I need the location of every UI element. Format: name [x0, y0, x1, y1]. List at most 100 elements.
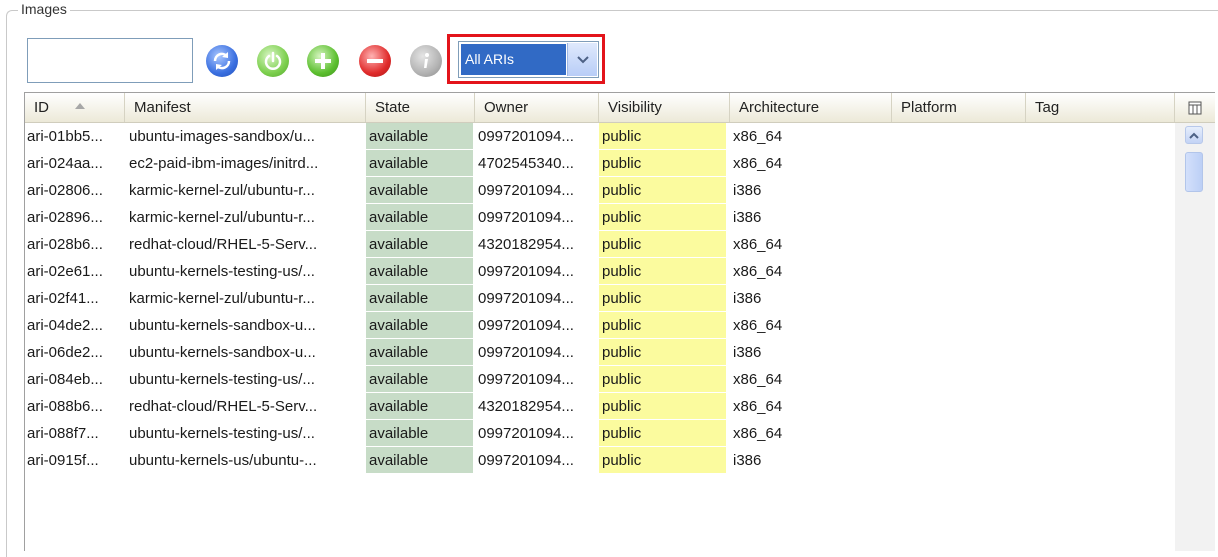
- table-row[interactable]: ari-088b6... redhat-cloud/RHEL-5-Serv... a…: [25, 393, 1174, 420]
- cell-owner: 4320182954...: [478, 236, 574, 253]
- cell-visibility: public: [599, 204, 726, 231]
- table-row[interactable]: ari-084eb... ubuntu-kernels-testing-us/..…: [25, 366, 1174, 393]
- sort-ascending-icon: [75, 103, 85, 109]
- cell-manifest: redhat-cloud/RHEL-5-Serv...: [129, 236, 318, 253]
- cell-architecture: i386: [733, 344, 762, 361]
- column-header-tag[interactable]: Tag: [1026, 93, 1175, 122]
- table-row[interactable]: ari-02896... karmic-kernel-zul/ubuntu-r..…: [25, 204, 1174, 231]
- cell-id: ari-088f7...: [27, 425, 99, 442]
- table-row[interactable]: ari-02f41... karmic-kernel-zul/ubuntu-r..…: [25, 285, 1174, 312]
- remove-button[interactable]: [359, 45, 391, 77]
- refresh-button[interactable]: [206, 45, 238, 77]
- cell-owner: 0997201094...: [478, 317, 574, 334]
- cell-visibility: public: [599, 150, 726, 177]
- cell-owner: 0997201094...: [478, 344, 574, 361]
- cell-visibility: public: [599, 123, 726, 150]
- cell-visibility: public: [599, 447, 726, 474]
- cell-architecture: x86_64: [733, 317, 783, 334]
- cell-architecture: i386: [733, 209, 762, 226]
- cell-visibility: public: [599, 339, 726, 366]
- cell-manifest: ubuntu-kernels-testing-us/...: [129, 263, 315, 280]
- cell-id: ari-02896...: [27, 209, 103, 226]
- cell-state: available: [366, 177, 473, 204]
- cell-visibility: public: [599, 231, 726, 258]
- scroll-thumb[interactable]: [1185, 152, 1203, 192]
- cell-owner: 0997201094...: [478, 290, 574, 307]
- column-chooser-icon[interactable]: [1175, 93, 1215, 122]
- column-header-owner[interactable]: Owner: [475, 93, 599, 122]
- cell-id: ari-02f41...: [27, 290, 99, 307]
- cell-visibility: public: [599, 177, 726, 204]
- cell-visibility: public: [599, 366, 726, 393]
- cell-state: available: [366, 123, 473, 150]
- cell-manifest: ubuntu-kernels-testing-us/...: [129, 425, 315, 442]
- cell-state: available: [366, 420, 473, 447]
- cell-state: available: [366, 339, 473, 366]
- chevron-down-icon[interactable]: [567, 43, 597, 76]
- cell-manifest: ubuntu-images-sandbox/u...: [129, 128, 315, 145]
- cell-id: ari-02806...: [27, 182, 103, 199]
- table-header: ID Manifest State Owner Visibility Archi…: [25, 93, 1215, 123]
- table-row[interactable]: ari-02806... karmic-kernel-zul/ubuntu-r..…: [25, 177, 1174, 204]
- cell-architecture: x86_64: [733, 425, 783, 442]
- search-input[interactable]: [27, 38, 193, 83]
- cell-state: available: [366, 312, 473, 339]
- vertical-scrollbar[interactable]: [1175, 123, 1215, 551]
- cell-id: ari-04de2...: [27, 317, 103, 334]
- table-row[interactable]: ari-088f7... ubuntu-kernels-testing-us/..…: [25, 420, 1174, 447]
- cell-manifest: redhat-cloud/RHEL-5-Serv...: [129, 398, 318, 415]
- cell-owner: 4320182954...: [478, 398, 574, 415]
- column-header-visibility[interactable]: Visibility: [599, 93, 730, 122]
- table-row[interactable]: ari-028b6... redhat-cloud/RHEL-5-Serv... a…: [25, 231, 1174, 258]
- table-row[interactable]: ari-0915f... ubuntu-kernels-us/ubuntu-...…: [25, 447, 1174, 474]
- cell-state: available: [366, 393, 473, 420]
- table-row[interactable]: ari-06de2... ubuntu-kernels-sandbox-u... a…: [25, 339, 1174, 366]
- info-icon: [424, 53, 429, 68]
- power-icon: [264, 51, 282, 70]
- cell-id: ari-084eb...: [27, 371, 103, 388]
- column-header-state[interactable]: State: [366, 93, 475, 122]
- cell-state: available: [366, 231, 473, 258]
- cell-manifest: karmic-kernel-zul/ubuntu-r...: [129, 182, 315, 199]
- plus-icon: [315, 53, 331, 69]
- table-row[interactable]: ari-024aa... ec2-paid-ibm-images/initrd..…: [25, 150, 1174, 177]
- cell-id: ari-028b6...: [27, 236, 103, 253]
- cell-manifest: ec2-paid-ibm-images/initrd...: [129, 155, 319, 172]
- cell-visibility: public: [599, 420, 726, 447]
- cell-manifest: ubuntu-kernels-sandbox-u...: [129, 317, 316, 334]
- column-header-platform[interactable]: Platform: [892, 93, 1026, 122]
- cell-id: ari-02e61...: [27, 263, 103, 280]
- cell-visibility: public: [599, 285, 726, 312]
- cell-architecture: x86_64: [733, 398, 783, 415]
- cell-architecture: x86_64: [733, 236, 783, 253]
- column-header-architecture[interactable]: Architecture: [730, 93, 892, 122]
- cell-state: available: [366, 258, 473, 285]
- table-row[interactable]: ari-02e61... ubuntu-kernels-testing-us/..…: [25, 258, 1174, 285]
- cell-state: available: [366, 150, 473, 177]
- table-row[interactable]: ari-01bb5... ubuntu-images-sandbox/u... av…: [25, 123, 1174, 150]
- cell-owner: 0997201094...: [478, 182, 574, 199]
- table-row[interactable]: ari-04de2... ubuntu-kernels-sandbox-u... a…: [25, 312, 1174, 339]
- table-body: ari-01bb5... ubuntu-images-sandbox/u... av…: [25, 123, 1174, 474]
- cell-architecture: x86_64: [733, 128, 783, 145]
- column-header-manifest[interactable]: Manifest: [125, 93, 366, 122]
- cell-state: available: [366, 447, 473, 474]
- cell-architecture: i386: [733, 452, 762, 469]
- cell-owner: 4702545340...: [478, 155, 574, 172]
- cell-visibility: public: [599, 393, 726, 420]
- cell-id: ari-024aa...: [27, 155, 103, 172]
- power-button[interactable]: [257, 45, 289, 77]
- cell-owner: 0997201094...: [478, 263, 574, 280]
- ari-filter-select[interactable]: All ARIs: [458, 41, 599, 78]
- refresh-icon: [213, 52, 231, 70]
- column-label: ID: [34, 99, 49, 116]
- column-header-id[interactable]: ID: [25, 93, 125, 122]
- cell-architecture: i386: [733, 290, 762, 307]
- cell-id: ari-0915f...: [27, 452, 99, 469]
- add-button[interactable]: [307, 45, 339, 77]
- info-button[interactable]: [410, 45, 442, 77]
- cell-architecture: i386: [733, 182, 762, 199]
- cell-manifest: ubuntu-kernels-testing-us/...: [129, 371, 315, 388]
- cell-architecture: x86_64: [733, 371, 783, 388]
- scroll-up-icon[interactable]: [1185, 126, 1203, 144]
